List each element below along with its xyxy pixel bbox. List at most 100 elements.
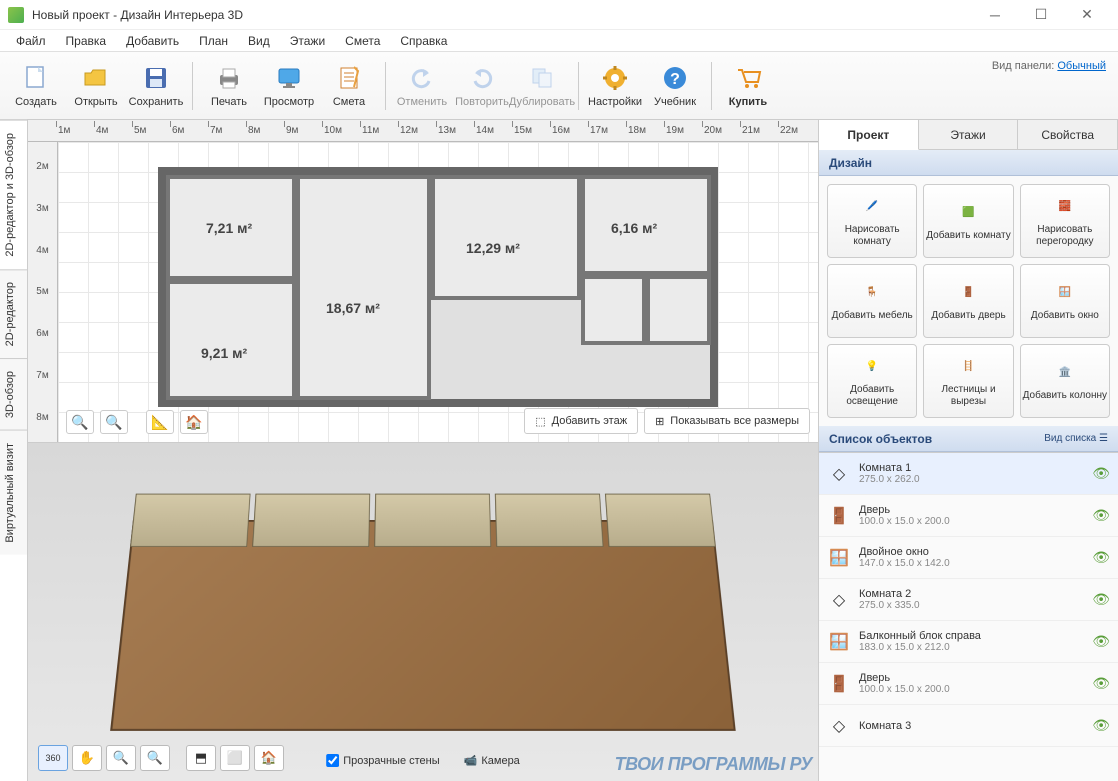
- open-button[interactable]: Открыть: [66, 57, 126, 115]
- zoom-out-3d-button[interactable]: 🔍: [106, 745, 136, 771]
- gear-icon: [601, 64, 629, 92]
- add-lighting-button[interactable]: 💡Добавить освещение: [827, 344, 917, 418]
- tab-floors[interactable]: Этажи: [919, 120, 1019, 149]
- draw-partition-button[interactable]: 🧱Нарисовать перегородку: [1020, 184, 1110, 258]
- show-dims-button[interactable]: ⊞Показывать все размеры: [644, 408, 810, 434]
- add-floor-icon: ⬚: [535, 415, 545, 428]
- draw-room-button[interactable]: 🖊️Нарисовать комнату: [827, 184, 917, 258]
- room-area-1: 7,21 м²: [206, 220, 252, 236]
- add-room-button[interactable]: 🟩Добавить комнату: [923, 184, 1013, 258]
- estimate-button[interactable]: Смета: [319, 57, 379, 115]
- menu-edit[interactable]: Правка: [56, 32, 117, 50]
- vtab-combined[interactable]: 2D-редактор и 3D-обзор: [0, 120, 27, 269]
- measure-button[interactable]: 📐: [146, 410, 174, 434]
- visibility-toggle[interactable]: 👁: [1092, 507, 1110, 524]
- watermark: ТВОИ ПРОГРАММЫ РУ: [615, 754, 812, 775]
- stairs-icon: 🪜: [955, 354, 981, 380]
- brick-wall-icon: 🧱: [1052, 194, 1078, 220]
- menu-add[interactable]: Добавить: [116, 32, 189, 50]
- list-item[interactable]: ◇Комната 1275.0 x 262.0👁: [819, 453, 1118, 495]
- list-item[interactable]: 🚪Дверь100.0 x 15.0 x 200.0👁: [819, 663, 1118, 705]
- menu-estimate[interactable]: Смета: [335, 32, 390, 50]
- add-column-button[interactable]: 🏛️Добавить колонну: [1020, 344, 1110, 418]
- cut-view-button[interactable]: ⬒: [186, 745, 216, 771]
- bulb-icon: 💡: [859, 354, 885, 380]
- buy-button[interactable]: Купить: [718, 57, 778, 115]
- add-furniture-button[interactable]: 🪑Добавить мебель: [827, 264, 917, 338]
- room-icon: ◇: [827, 714, 851, 738]
- print-button[interactable]: Печать: [199, 57, 259, 115]
- plan-tools: 🔍 🔍 📐 🏠: [66, 410, 208, 434]
- door-small-icon: 🚪: [827, 504, 851, 528]
- new-doc-icon: [22, 64, 50, 92]
- duplicate-button[interactable]: Дублировать: [512, 57, 572, 115]
- list-item[interactable]: ◇Комната 2275.0 x 335.0👁: [819, 579, 1118, 621]
- tab-project[interactable]: Проект: [819, 120, 919, 150]
- stairs-cutouts-button[interactable]: 🪜Лестницы и вырезы: [923, 344, 1013, 418]
- home-button[interactable]: 🏠: [180, 410, 208, 434]
- redo-button[interactable]: Повторить: [452, 57, 512, 115]
- panel-view-link[interactable]: Обычный: [1057, 60, 1106, 72]
- save-icon: [142, 64, 170, 92]
- monitor-icon: [275, 64, 303, 92]
- maximize-button[interactable]: ☐: [1018, 0, 1064, 30]
- window-small-icon: 🪟: [827, 546, 851, 570]
- menu-plan[interactable]: План: [189, 32, 238, 50]
- add-window-button[interactable]: 🪟Добавить окно: [1020, 264, 1110, 338]
- room-3[interactable]: [431, 175, 581, 300]
- visibility-toggle[interactable]: 👁: [1092, 549, 1110, 566]
- create-button[interactable]: Создать: [6, 57, 66, 115]
- floorplan-canvas[interactable]: 7,21 м² 18,67 м² 12,29 м² 6,16 м² 9,21 м…: [58, 142, 818, 442]
- visibility-toggle[interactable]: 👁: [1092, 633, 1110, 650]
- room-6[interactable]: [581, 275, 646, 345]
- list-item[interactable]: 🚪Дверь100.0 x 15.0 x 200.0👁: [819, 495, 1118, 537]
- list-item[interactable]: 🪟Балконный блок справа183.0 x 15.0 x 212…: [819, 621, 1118, 663]
- redo-icon: [468, 64, 496, 92]
- tab-properties[interactable]: Свойства: [1018, 120, 1118, 149]
- visibility-toggle[interactable]: 👁: [1092, 465, 1110, 482]
- duplicate-icon: [528, 64, 556, 92]
- zoom-out-button[interactable]: 🔍: [66, 410, 94, 434]
- tutorial-button[interactable]: ?Учебник: [645, 57, 705, 115]
- window-title: Новый проект - Дизайн Интерьера 3D: [32, 8, 972, 22]
- camera-checkbox[interactable]: 📹 Камера: [464, 754, 520, 767]
- zoom-in-3d-button[interactable]: 🔍: [140, 745, 170, 771]
- view-mode-tabs: 2D-редактор и 3D-обзор 2D-редактор 3D-об…: [0, 120, 28, 781]
- menu-floors[interactable]: Этажи: [280, 32, 335, 50]
- vtab-virtual-visit[interactable]: Виртуальный визит: [0, 430, 27, 555]
- add-door-button[interactable]: 🚪Добавить дверь: [923, 264, 1013, 338]
- preview-button[interactable]: Просмотр: [259, 57, 319, 115]
- room-7[interactable]: [646, 275, 711, 345]
- rotate-360-button[interactable]: 360: [38, 745, 68, 771]
- menu-view[interactable]: Вид: [238, 32, 280, 50]
- visibility-toggle[interactable]: 👁: [1092, 675, 1110, 692]
- room-5[interactable]: [166, 280, 296, 400]
- close-button[interactable]: ✕: [1064, 0, 1110, 30]
- camera-icon: 📹: [464, 754, 478, 767]
- design-tools-grid: 🖊️Нарисовать комнату 🟩Добавить комнату 🧱…: [819, 176, 1118, 426]
- vtab-3d-view[interactable]: 3D-обзор: [0, 358, 27, 430]
- add-floor-button[interactable]: ⬚Добавить этаж: [524, 408, 638, 434]
- menu-help[interactable]: Справка: [390, 32, 457, 50]
- room-2[interactable]: [296, 175, 431, 400]
- objects-section-header: Список объектов Вид списка ☰: [819, 426, 1118, 452]
- minimize-button[interactable]: ─: [972, 0, 1018, 30]
- 3d-viewport[interactable]: 360 ✋ 🔍 🔍 ⬒ ⬜ 🏠 Прозрачные стены 📹 Камер…: [28, 442, 818, 781]
- settings-button[interactable]: Настройки: [585, 57, 645, 115]
- zoom-in-button[interactable]: 🔍: [100, 410, 128, 434]
- home-3d-button[interactable]: 🏠: [254, 745, 284, 771]
- list-view-icon[interactable]: ☰: [1099, 433, 1108, 444]
- cart-icon: [734, 64, 762, 92]
- fit-button[interactable]: ⬜: [220, 745, 250, 771]
- visibility-toggle[interactable]: 👁: [1092, 717, 1110, 734]
- list-item[interactable]: ◇Комната 3👁: [819, 705, 1118, 747]
- undo-button[interactable]: Отменить: [392, 57, 452, 115]
- save-button[interactable]: Сохранить: [126, 57, 186, 115]
- menu-file[interactable]: Файл: [6, 32, 56, 50]
- visibility-toggle[interactable]: 👁: [1092, 591, 1110, 608]
- vtab-2d-editor[interactable]: 2D-редактор: [0, 269, 27, 358]
- list-item[interactable]: 🪟Двойное окно147.0 x 15.0 x 142.0👁: [819, 537, 1118, 579]
- notebook-icon: [335, 64, 363, 92]
- transparent-walls-checkbox[interactable]: Прозрачные стены: [326, 754, 439, 767]
- pan-button[interactable]: ✋: [72, 745, 102, 771]
